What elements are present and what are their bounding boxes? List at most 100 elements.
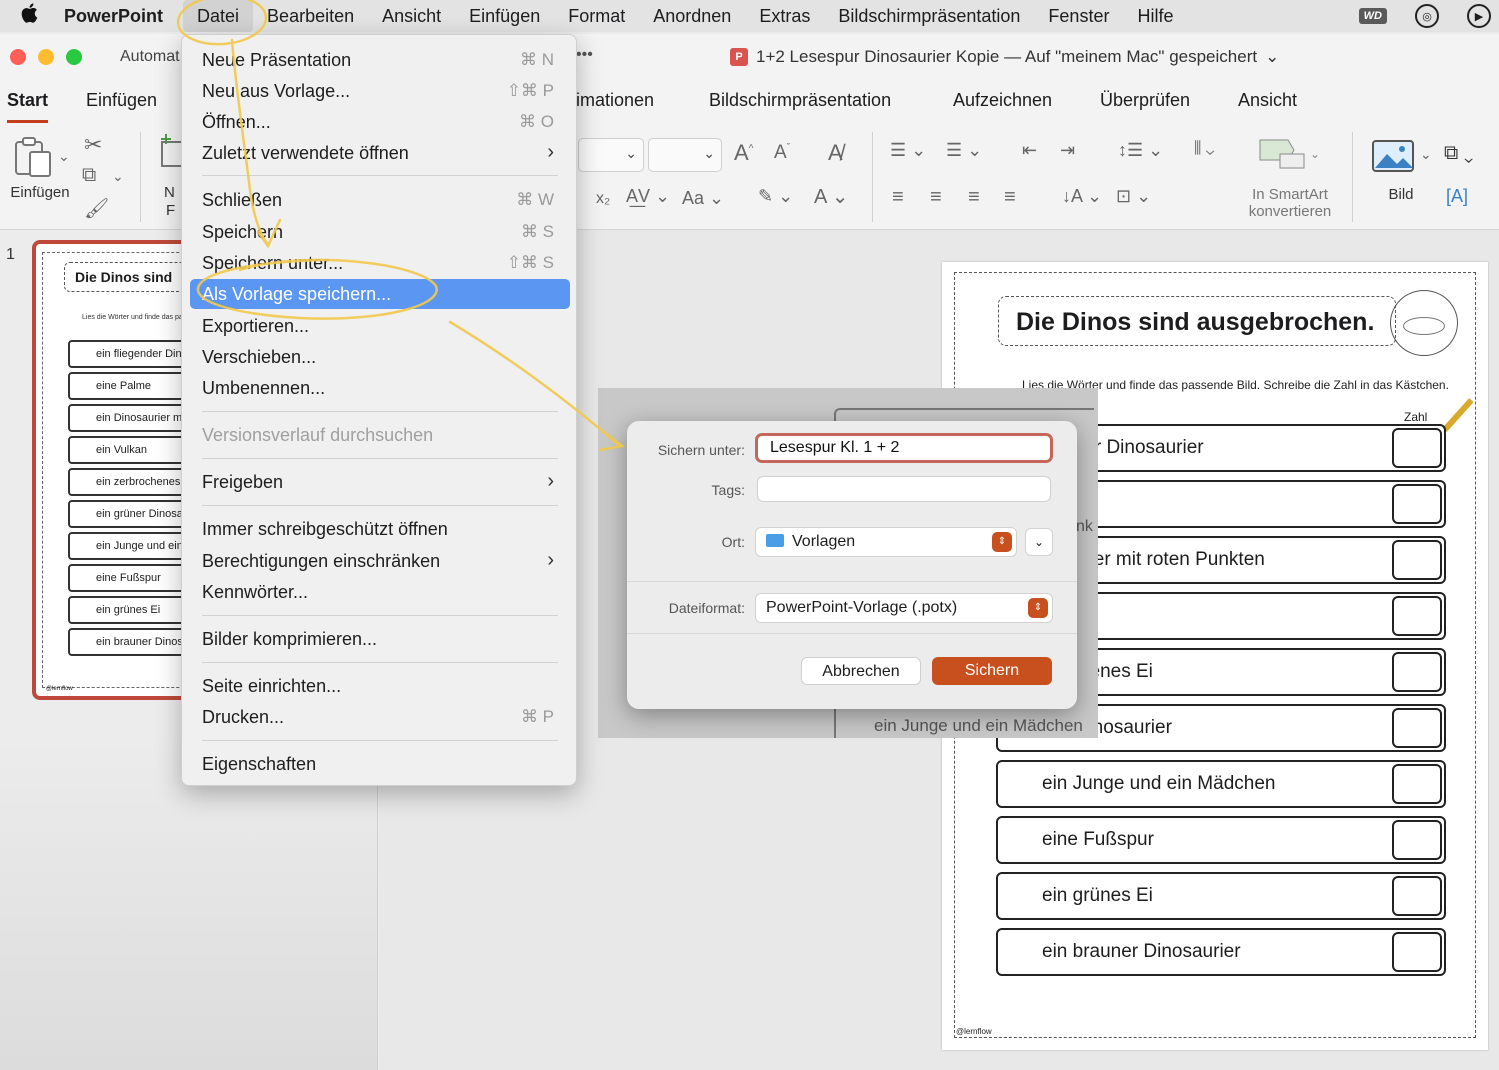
- menu-item-umbenennen[interactable]: Umbenennen...: [190, 373, 570, 403]
- location-select[interactable]: Vorlagen ⇕: [755, 527, 1017, 557]
- indent-icon[interactable]: ⇥: [1060, 140, 1075, 161]
- bullets-icon[interactable]: ☰ ⌄: [890, 140, 926, 161]
- menu-fenster[interactable]: Fenster: [1034, 0, 1123, 32]
- menu-anordnen[interactable]: Anordnen: [639, 0, 745, 32]
- tab-bildschirmpraesentation[interactable]: Bildschirmpräsentation: [709, 90, 891, 111]
- font-label[interactable]: F: [166, 202, 175, 219]
- align-center-icon[interactable]: ≡: [930, 186, 942, 209]
- copy-dropdown-icon[interactable]: ⌄: [112, 168, 124, 185]
- picture-icon[interactable]: [1372, 140, 1416, 175]
- save-as-input[interactable]: [755, 433, 1053, 463]
- menu-item-schreibgeschuetzt-oeffnen[interactable]: Immer schreibgeschützt öffnen: [190, 514, 570, 544]
- smartart-label[interactable]: In SmartArt konvertieren: [1240, 186, 1340, 220]
- tab-einfuegen[interactable]: Einfügen: [86, 90, 157, 111]
- menu-hilfe[interactable]: Hilfe: [1123, 0, 1187, 32]
- align-right-icon[interactable]: ≡: [968, 186, 980, 209]
- menu-item-eigenschaften[interactable]: Eigenschaften: [190, 749, 570, 779]
- subscript-icon[interactable]: x₂: [596, 190, 610, 208]
- svg-text:⌄: ⌄: [1310, 147, 1320, 161]
- menu-format[interactable]: Format: [554, 0, 639, 32]
- tab-ueberpruefen[interactable]: Überprüfen: [1100, 90, 1190, 111]
- menu-item-zuletzt-verwendete[interactable]: Zuletzt verwendete öffnen ›: [190, 138, 570, 168]
- paste-icon[interactable]: [12, 136, 56, 183]
- format-painter-icon[interactable]: 🖌: [84, 196, 109, 221]
- menu-datei[interactable]: Datei: [183, 0, 254, 32]
- menu-item-neue-praesentation[interactable]: Neue Präsentation ⌘ N: [190, 45, 570, 75]
- cancel-button[interactable]: Abbrechen: [801, 657, 921, 685]
- menu-item-drucken[interactable]: Drucken... ⌘ P: [190, 702, 570, 732]
- numbering-icon[interactable]: ☰ ⌄: [946, 140, 982, 161]
- play-icon[interactable]: ▶: [1467, 4, 1491, 28]
- paste-label[interactable]: Einfügen: [8, 184, 72, 201]
- change-case-icon[interactable]: Aa ⌄: [682, 188, 724, 209]
- picture-dropdown-icon[interactable]: ⌄: [1420, 146, 1432, 163]
- wd-icon[interactable]: WD: [1358, 8, 1387, 24]
- tab-ansicht[interactable]: Ansicht: [1238, 90, 1297, 111]
- textbox-icon[interactable]: [A]: [1446, 186, 1468, 207]
- justify-icon[interactable]: ≡: [1004, 186, 1016, 209]
- shapes-icon[interactable]: ⧉ ⌄: [1444, 142, 1473, 165]
- zoom-window-button[interactable]: [66, 49, 82, 65]
- tab-start[interactable]: Start: [7, 90, 49, 123]
- menu-item-oeffnen[interactable]: Öffnen... ⌘ O: [190, 107, 570, 137]
- font-size-select[interactable]: ⌄: [648, 138, 722, 172]
- menu-extras[interactable]: Extras: [745, 0, 824, 32]
- font-shrink-icon[interactable]: Aˇ: [774, 142, 790, 164]
- menu-einfuegen[interactable]: Einfügen: [455, 0, 554, 32]
- tab-aufzeichnen[interactable]: Aufzeichnen: [953, 90, 1052, 111]
- text-direction-icon[interactable]: ↓A ⌄: [1062, 186, 1102, 207]
- align-text-icon[interactable]: ⊡ ⌄: [1116, 186, 1151, 207]
- column-header-zahl[interactable]: Zahl: [1404, 410, 1427, 424]
- menu-item-freigeben[interactable]: Freigeben ›: [190, 467, 570, 497]
- menu-bildschirmpraesentation[interactable]: Bildschirmpräsentation: [824, 0, 1034, 32]
- font-grow-icon[interactable]: A^: [734, 140, 753, 166]
- file-format-select[interactable]: PowerPoint-Vorlage (.potx) ⇕: [755, 593, 1053, 623]
- autosave-label[interactable]: Automat: [120, 48, 180, 66]
- minimize-window-button[interactable]: [38, 49, 54, 65]
- menu-item-verschieben[interactable]: Verschieben...: [190, 342, 570, 372]
- apple-icon[interactable]: [0, 3, 58, 29]
- word-row[interactable]: eine Fußspur: [996, 816, 1446, 864]
- word-row[interactable]: ein Junge und ein Mädchen: [996, 760, 1446, 808]
- app-name[interactable]: PowerPoint: [58, 6, 169, 27]
- highlight-icon[interactable]: ✎ ⌄: [758, 186, 793, 207]
- menu-item-als-vorlage-speichern[interactable]: Als Vorlage speichern...: [190, 279, 570, 309]
- character-spacing-icon[interactable]: A͟V ⌄: [626, 186, 670, 207]
- more-icon[interactable]: •••: [576, 46, 593, 64]
- menu-item-bilder-komprimieren[interactable]: Bilder komprimieren...: [190, 624, 570, 654]
- clear-format-icon[interactable]: A̸: [828, 140, 843, 166]
- menu-item-seite-einrichten[interactable]: Seite einrichten...: [190, 671, 570, 701]
- menu-item-speichern-unter[interactable]: Speichern unter... ⇧⌘ S: [190, 248, 570, 278]
- paste-dropdown-icon[interactable]: ⌄: [58, 148, 70, 165]
- menu-item-kennwoerter[interactable]: Kennwörter...: [190, 577, 570, 607]
- menu-item-neu-aus-vorlage[interactable]: Neu aus Vorlage... ⇧⌘ P: [190, 76, 570, 106]
- menu-ansicht[interactable]: Ansicht: [368, 0, 455, 32]
- slide-title[interactable]: Die Dinos sind ausgebrochen.: [1016, 308, 1374, 337]
- word-row[interactable]: ein grünes Ei: [996, 872, 1446, 920]
- expand-dialog-button[interactable]: ⌄: [1025, 528, 1053, 556]
- scissors-icon[interactable]: ✂: [84, 132, 102, 158]
- menu-item-schliessen[interactable]: Schließen ⌘ W: [190, 185, 570, 215]
- tags-input[interactable]: [757, 476, 1051, 502]
- new-slide-label[interactable]: N: [164, 184, 175, 201]
- outdent-icon[interactable]: ⇤: [1022, 140, 1037, 161]
- menu-item-berechtigungen[interactable]: Berechtigungen einschränken ›: [190, 546, 570, 576]
- creative-cloud-icon[interactable]: ◎: [1415, 4, 1439, 28]
- smartart-icon[interactable]: ⌄: [1258, 136, 1324, 175]
- font-color-icon[interactable]: A ⌄: [814, 184, 849, 209]
- columns-icon[interactable]: ⫼ ⌄: [1194, 140, 1214, 158]
- menu-item-label: Als Vorlage speichern...: [202, 284, 392, 304]
- picture-label[interactable]: Bild: [1376, 186, 1426, 203]
- font-family-select[interactable]: ⌄: [578, 138, 644, 172]
- menu-item-exportieren[interactable]: Exportieren...: [190, 311, 570, 341]
- align-left-icon[interactable]: ≡: [892, 186, 904, 209]
- close-window-button[interactable]: [10, 49, 26, 65]
- save-button[interactable]: Sichern: [932, 657, 1052, 685]
- tab-animationen[interactable]: imationen: [576, 90, 654, 111]
- document-title[interactable]: P 1+2 Lesespur Dinosaurier Kopie — Auf "…: [730, 47, 1279, 67]
- line-spacing-icon[interactable]: ↕☰ ⌄: [1118, 140, 1163, 161]
- menu-item-speichern[interactable]: Speichern ⌘ S: [190, 217, 570, 247]
- menu-bearbeiten[interactable]: Bearbeiten: [253, 0, 368, 32]
- word-row[interactable]: ein brauner Dinosaurier: [996, 928, 1446, 976]
- copy-icon[interactable]: ⧉: [82, 164, 96, 187]
